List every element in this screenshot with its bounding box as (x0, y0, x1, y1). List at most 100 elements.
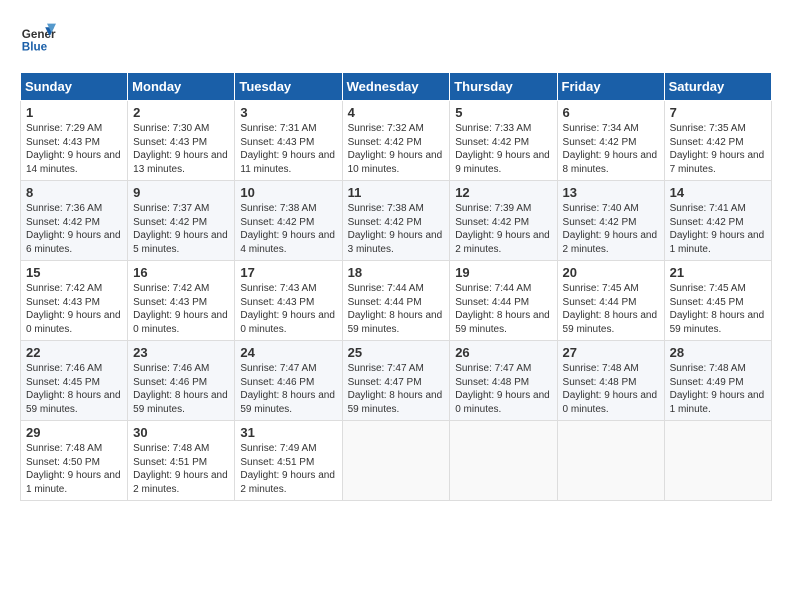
cell-info: Sunrise: 7:36 AMSunset: 4:42 PMDaylight:… (26, 202, 122, 256)
calendar-week-5: 29 Sunrise: 7:48 AMSunset: 4:50 PMDayligh… (21, 421, 772, 501)
cell-info: Sunrise: 7:34 AMSunset: 4:42 PMDaylight:… (563, 122, 659, 176)
day-number: 25 (348, 345, 445, 360)
cell-info: Sunrise: 7:47 AMSunset: 4:46 PMDaylight:… (240, 362, 336, 416)
cell-info: Sunrise: 7:46 AMSunset: 4:46 PMDaylight:… (133, 362, 229, 416)
cell-info: Sunrise: 7:48 AMSunset: 4:48 PMDaylight:… (563, 362, 659, 416)
cell-info: Sunrise: 7:47 AMSunset: 4:47 PMDaylight:… (348, 362, 445, 416)
day-number: 9 (133, 185, 229, 200)
day-number: 26 (455, 345, 551, 360)
day-number: 31 (240, 425, 336, 440)
day-number: 6 (563, 105, 659, 120)
calendar-cell: 12Sunrise: 7:39 AMSunset: 4:42 PMDayligh… (450, 181, 557, 261)
calendar-cell (450, 421, 557, 501)
calendar-cell: 10 Sunrise: 7:38 AMSunset: 4:42 PMDayligh… (235, 181, 342, 261)
logo: General Blue (20, 20, 56, 56)
day-number: 5 (455, 105, 551, 120)
calendar-cell: 28Sunrise: 7:48 AMSunset: 4:49 PMDayligh… (664, 341, 771, 421)
day-number: 14 (670, 185, 766, 200)
day-header-monday: Monday (128, 73, 235, 101)
calendar-cell: 1 Sunrise: 7:29 AMSunset: 4:43 PMDaylight… (21, 101, 128, 181)
day-number: 23 (133, 345, 229, 360)
calendar-cell: 7 Sunrise: 7:35 AMSunset: 4:42 PMDaylight… (664, 101, 771, 181)
calendar-cell: 13 Sunrise: 7:40 AMSunset: 4:42 PMDayligh… (557, 181, 664, 261)
day-number: 20 (563, 265, 659, 280)
calendar-cell: 20 Sunrise: 7:45 AMSunset: 4:44 PMDayligh… (557, 261, 664, 341)
cell-info: Sunrise: 7:39 AMSunset: 4:42 PMDaylight:… (455, 202, 551, 256)
calendar-cell: 22 Sunrise: 7:46 AMSunset: 4:45 PMDayligh… (21, 341, 128, 421)
calendar-cell: 9 Sunrise: 7:37 AMSunset: 4:42 PMDaylight… (128, 181, 235, 261)
day-number: 17 (240, 265, 336, 280)
day-number: 27 (563, 345, 659, 360)
calendar-cell: 6 Sunrise: 7:34 AMSunset: 4:42 PMDaylight… (557, 101, 664, 181)
cell-info: Sunrise: 7:48 AMSunset: 4:49 PMDaylight:… (670, 362, 766, 416)
page-header: General Blue (20, 20, 772, 56)
day-number: 18 (348, 265, 445, 280)
day-header-thursday: Thursday (450, 73, 557, 101)
day-number: 19 (455, 265, 551, 280)
cell-info: Sunrise: 7:48 AMSunset: 4:51 PMDaylight:… (133, 442, 229, 496)
svg-text:Blue: Blue (22, 41, 48, 54)
cell-info: Sunrise: 7:31 AMSunset: 4:43 PMDaylight:… (240, 122, 336, 176)
cell-info: Sunrise: 7:32 AMSunset: 4:42 PMDaylight:… (348, 122, 445, 176)
calendar-cell (557, 421, 664, 501)
calendar-cell (664, 421, 771, 501)
calendar-cell: 30Sunrise: 7:48 AMSunset: 4:51 PMDayligh… (128, 421, 235, 501)
day-number: 22 (26, 345, 122, 360)
calendar-cell (342, 421, 450, 501)
calendar-week-4: 22 Sunrise: 7:46 AMSunset: 4:45 PMDayligh… (21, 341, 772, 421)
cell-info: Sunrise: 7:45 AMSunset: 4:45 PMDaylight:… (670, 282, 766, 336)
calendar-week-3: 15 Sunrise: 7:42 AMSunset: 4:43 PMDayligh… (21, 261, 772, 341)
calendar-cell: 17 Sunrise: 7:43 AMSunset: 4:43 PMDayligh… (235, 261, 342, 341)
day-number: 13 (563, 185, 659, 200)
calendar-cell: 4Sunrise: 7:32 AMSunset: 4:42 PMDaylight… (342, 101, 450, 181)
calendar-cell: 29 Sunrise: 7:48 AMSunset: 4:50 PMDayligh… (21, 421, 128, 501)
cell-info: Sunrise: 7:29 AMSunset: 4:43 PMDaylight:… (26, 122, 122, 176)
day-number: 10 (240, 185, 336, 200)
day-number: 15 (26, 265, 122, 280)
cell-info: Sunrise: 7:46 AMSunset: 4:45 PMDaylight:… (26, 362, 122, 416)
calendar-cell: 3 Sunrise: 7:31 AMSunset: 4:43 PMDaylight… (235, 101, 342, 181)
day-number: 24 (240, 345, 336, 360)
cell-info: Sunrise: 7:42 AMSunset: 4:43 PMDaylight:… (26, 282, 122, 336)
calendar-cell: 8 Sunrise: 7:36 AMSunset: 4:42 PMDaylight… (21, 181, 128, 261)
day-number: 21 (670, 265, 766, 280)
calendar-cell: 25 Sunrise: 7:47 AMSunset: 4:47 PMDayligh… (342, 341, 450, 421)
cell-info: Sunrise: 7:38 AMSunset: 4:42 PMDaylight:… (240, 202, 336, 256)
day-header-saturday: Saturday (664, 73, 771, 101)
day-number: 3 (240, 105, 336, 120)
cell-info: Sunrise: 7:38 AMSunset: 4:42 PMDaylight:… (348, 202, 445, 256)
cell-info: Sunrise: 7:47 AMSunset: 4:48 PMDaylight:… (455, 362, 551, 416)
calendar-cell: 26 Sunrise: 7:47 AMSunset: 4:48 PMDayligh… (450, 341, 557, 421)
calendar-week-2: 8 Sunrise: 7:36 AMSunset: 4:42 PMDaylight… (21, 181, 772, 261)
cell-info: Sunrise: 7:37 AMSunset: 4:42 PMDaylight:… (133, 202, 229, 256)
calendar-cell: 2Sunrise: 7:30 AMSunset: 4:43 PMDaylight… (128, 101, 235, 181)
calendar-week-1: 1 Sunrise: 7:29 AMSunset: 4:43 PMDaylight… (21, 101, 772, 181)
day-number: 11 (348, 185, 445, 200)
cell-info: Sunrise: 7:35 AMSunset: 4:42 PMDaylight:… (670, 122, 766, 176)
calendar-cell: 24 Sunrise: 7:47 AMSunset: 4:46 PMDayligh… (235, 341, 342, 421)
logo-icon: General Blue (20, 20, 56, 56)
cell-info: Sunrise: 7:42 AMSunset: 4:43 PMDaylight:… (133, 282, 229, 336)
day-number: 29 (26, 425, 122, 440)
day-header-wednesday: Wednesday (342, 73, 450, 101)
calendar-cell: 16Sunrise: 7:42 AMSunset: 4:43 PMDayligh… (128, 261, 235, 341)
calendar-cell: 14Sunrise: 7:41 AMSunset: 4:42 PMDayligh… (664, 181, 771, 261)
day-header-tuesday: Tuesday (235, 73, 342, 101)
calendar-cell: 27 Sunrise: 7:48 AMSunset: 4:48 PMDayligh… (557, 341, 664, 421)
day-number: 1 (26, 105, 122, 120)
cell-info: Sunrise: 7:43 AMSunset: 4:43 PMDaylight:… (240, 282, 336, 336)
calendar-cell: 18Sunrise: 7:44 AMSunset: 4:44 PMDayligh… (342, 261, 450, 341)
calendar-cell: 5Sunrise: 7:33 AMSunset: 4:42 PMDaylight… (450, 101, 557, 181)
day-number: 2 (133, 105, 229, 120)
cell-info: Sunrise: 7:44 AMSunset: 4:44 PMDaylight:… (455, 282, 551, 336)
cell-info: Sunrise: 7:48 AMSunset: 4:50 PMDaylight:… (26, 442, 122, 496)
calendar-cell: 23 Sunrise: 7:46 AMSunset: 4:46 PMDayligh… (128, 341, 235, 421)
cell-info: Sunrise: 7:40 AMSunset: 4:42 PMDaylight:… (563, 202, 659, 256)
day-number: 7 (670, 105, 766, 120)
calendar-table: SundayMondayTuesdayWednesdayThursdayFrid… (20, 72, 772, 501)
day-header-friday: Friday (557, 73, 664, 101)
cell-info: Sunrise: 7:45 AMSunset: 4:44 PMDaylight:… (563, 282, 659, 336)
calendar-cell: 21 Sunrise: 7:45 AMSunset: 4:45 PMDayligh… (664, 261, 771, 341)
calendar-header-row: SundayMondayTuesdayWednesdayThursdayFrid… (21, 73, 772, 101)
day-number: 8 (26, 185, 122, 200)
